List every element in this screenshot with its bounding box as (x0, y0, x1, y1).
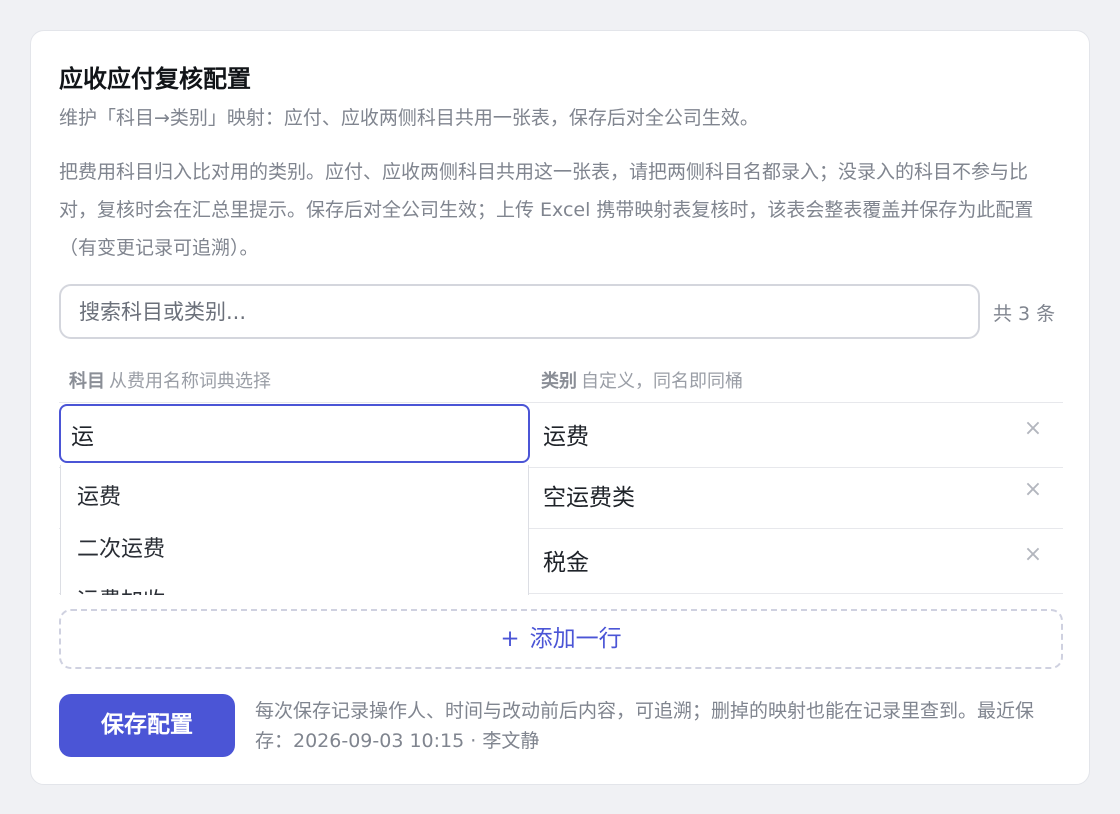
search-input[interactable] (59, 284, 980, 339)
column-category-label: 类别 (541, 371, 577, 392)
dropdown-option[interactable]: 二次运费 (77, 531, 165, 563)
remove-row-icon[interactable]: × (1022, 544, 1044, 566)
category-cell[interactable]: 运费 (543, 417, 589, 451)
remove-row-icon[interactable]: × (1022, 418, 1044, 440)
category-cell[interactable]: 税金 (543, 543, 589, 577)
plus-icon: + (500, 626, 520, 652)
column-category-hint: 自定义，同名即同桶 (581, 371, 743, 392)
save-config-button[interactable]: 保存配置 (59, 694, 235, 757)
add-row-label: 添加一行 (529, 626, 622, 652)
result-count: 共 3 条 (993, 303, 1056, 325)
subject-input[interactable] (59, 404, 530, 463)
column-header-subject: 科目 从费用名称词典选择 (69, 367, 271, 393)
dropdown-option[interactable]: 运费加收 (77, 583, 165, 595)
subject-suggestion-dropdown: 运费 二次运费 运费加收 (60, 465, 529, 595)
column-header-category: 类别 自定义，同名即同桶 (541, 367, 743, 393)
page-subtitle: 维护「科目→类别」映射：应付、应收两侧科目共用一张表，保存后对全公司生效。 (59, 107, 759, 129)
mapping-table: 运费 × 空运费类 × 税金 × 运费 二次运费 运费加收 (59, 402, 1063, 595)
category-cell[interactable]: 空运费类 (543, 478, 635, 512)
column-subject-label: 科目 (69, 371, 105, 392)
config-card: 应收应付复核配置 维护「科目→类别」映射：应付、应收两侧科目共用一张表，保存后对… (30, 30, 1090, 785)
remove-row-icon[interactable]: × (1022, 479, 1044, 501)
save-audit-note: 每次保存记录操作人、时间与改动前后内容，可追溯；删掉的映射也能在记录里查到。最近… (255, 700, 1035, 752)
add-row-button[interactable]: + 添加一行 (59, 609, 1063, 669)
table-row: 运费 × (59, 403, 1063, 468)
column-subject-hint: 从费用名称词典选择 (109, 371, 271, 392)
dropdown-option[interactable]: 运费 (77, 479, 121, 511)
page-title: 应收应付复核配置 (59, 65, 251, 93)
page-description: 把费用科目归入比对用的类别。应付、应收两侧科目共用这一张表，请把两侧科目名都录入… (59, 161, 1034, 259)
